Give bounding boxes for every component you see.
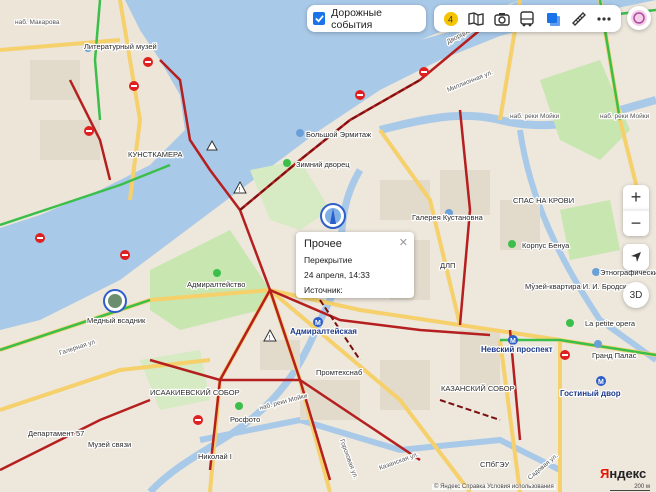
label-rosfoto: Росфото <box>230 415 260 424</box>
popup-date: 24 апреля, 14:33 <box>304 270 370 280</box>
road-closure-icon[interactable] <box>355 90 365 100</box>
museum-icon <box>592 268 600 276</box>
label-winter-palace: Зимний дворец <box>296 160 350 169</box>
label-moika-1: наб. реки Мойки <box>510 112 560 120</box>
label-nikolai: Николай I <box>198 452 232 461</box>
user-avatar[interactable] <box>627 6 651 30</box>
navigation-arrow-icon <box>631 252 641 262</box>
road-closure-icon[interactable] <box>143 57 153 67</box>
road-closure-icon[interactable] <box>560 350 570 360</box>
label-spas: СПАС НА КРОВИ <box>513 196 574 205</box>
label-admiralty: Адмиралтейство <box>187 280 245 289</box>
label-isaakievsky: ИСААКИЕВСКИЙ СОБОР <box>150 388 240 397</box>
traffic-events-toggle[interactable]: Дорожные события <box>307 5 426 32</box>
label-nevsky: Невский проспект <box>481 345 553 354</box>
svg-text:M: M <box>510 338 516 345</box>
camera-icon[interactable] <box>492 9 512 29</box>
bronze-horseman-marker[interactable] <box>103 289 127 313</box>
selected-event-pin[interactable] <box>320 203 346 229</box>
label-big-hermitage: Большой Эрмитаж <box>306 130 371 139</box>
label-gostiny: Гостиный двор <box>560 389 621 398</box>
popup-title: Прочее <box>304 238 342 250</box>
park-icon <box>235 402 243 410</box>
park-icon <box>508 240 516 248</box>
traffic-light-icon[interactable]: 4 <box>441 9 461 29</box>
road-closure-icon[interactable] <box>35 233 45 243</box>
label-spbgeu: СПбГЭУ <box>480 460 510 469</box>
metro-icon: M <box>508 335 518 345</box>
svg-text:!: ! <box>269 335 271 342</box>
event-popup: Прочее Перекрытие 24 апреля, 14:33 Источ… <box>296 232 414 298</box>
road-closure-icon[interactable] <box>193 415 203 425</box>
svg-text:!: ! <box>239 187 241 194</box>
metro-icon: M <box>313 317 323 327</box>
museum-icon <box>296 129 304 137</box>
scale-bar: 200 м <box>610 484 650 491</box>
park-icon <box>283 159 291 167</box>
park-icon <box>213 269 221 277</box>
label-korpus-benua: Корпус Бенуа <box>522 241 570 250</box>
locate-button[interactable] <box>623 244 649 270</box>
label-literary-museum: Литературный музей <box>84 42 157 51</box>
svg-text:4: 4 <box>448 14 453 24</box>
map-tools: 4 <box>434 5 621 32</box>
label-kunstkamera: КУНСТКАМЕРА <box>128 150 183 159</box>
label-grand-palace: Гранд Палас <box>592 351 637 360</box>
label-la-petite: La petite opera <box>585 319 636 328</box>
close-icon[interactable]: ✕ <box>399 236 408 249</box>
ruler-icon[interactable] <box>569 9 589 29</box>
road-closure-icon[interactable] <box>84 126 94 136</box>
label-kazansky: КАЗАНСКИЙ СОБОР <box>441 384 515 393</box>
label-dlp: ДЛП <box>440 261 455 270</box>
view-3d-button[interactable]: 3D <box>623 282 649 308</box>
label-bronze-horseman: Медный всадник <box>87 316 146 325</box>
svg-text:M: M <box>315 320 321 327</box>
traffic-events-label: Дорожные события <box>331 6 383 31</box>
label-moika-2: наб. реки Мойки <box>600 112 650 120</box>
yandex-logo: Яндекс <box>600 466 647 481</box>
more-icon[interactable] <box>594 9 614 29</box>
label-promtekhsnab: Промтехснаб <box>316 368 362 377</box>
bus-icon[interactable] <box>517 9 537 29</box>
metro-icon: M <box>596 376 606 386</box>
zoom-in-button[interactable]: + <box>623 185 649 210</box>
museum-icon <box>594 340 602 348</box>
road-closure-icon[interactable] <box>120 250 130 260</box>
layers-icon[interactable] <box>543 9 563 29</box>
map-footer[interactable]: © Яндекс Справка Условия использования <box>432 484 556 490</box>
road-closure-icon[interactable] <box>419 67 429 77</box>
label-gallery: Галерея Кустановна <box>412 213 484 222</box>
label-department57: Департамент 57 <box>28 429 84 438</box>
svg-text:M: M <box>598 379 604 386</box>
label-admiralteyskaya: Адмиралтейская <box>290 327 357 336</box>
label-brodsky: Музей-квартира И. И. Бродского <box>525 282 637 291</box>
book-map-icon[interactable] <box>466 9 486 29</box>
checkbox-icon[interactable] <box>313 12 326 25</box>
zoom-out-button[interactable]: − <box>623 210 649 236</box>
popup-source: Источник: <box>304 285 343 295</box>
road-closure-icon[interactable] <box>129 81 139 91</box>
popup-type: Перекрытие <box>304 255 353 265</box>
label-makarova: наб. Макарова <box>15 18 60 26</box>
label-museum-communication: Музей связи <box>88 440 131 449</box>
park-icon <box>566 319 574 327</box>
